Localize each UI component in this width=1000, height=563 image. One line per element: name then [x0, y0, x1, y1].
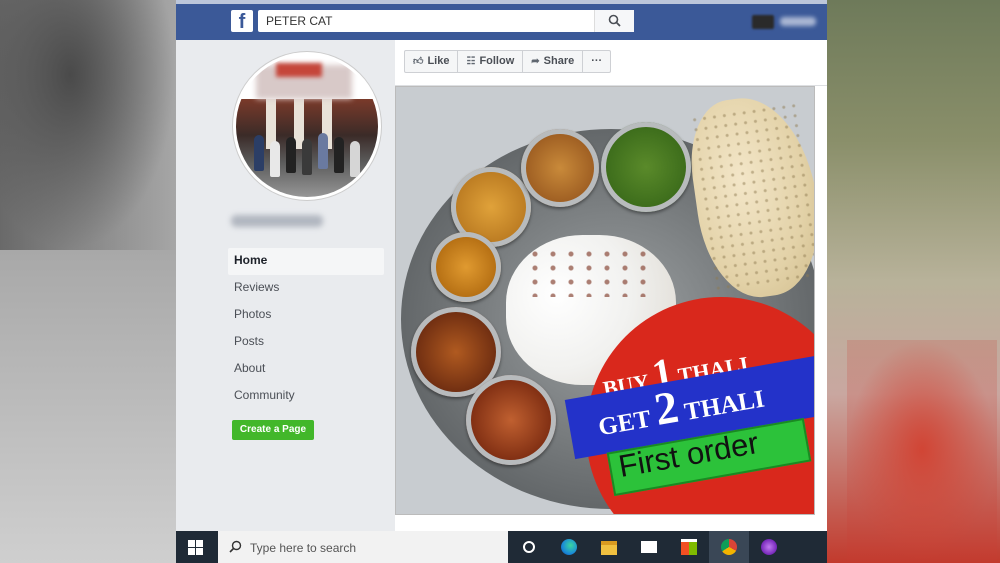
follow-label: Follow — [479, 55, 515, 67]
share-label: Share — [543, 55, 575, 67]
search-icon — [229, 540, 242, 553]
profile-picture[interactable] — [233, 52, 381, 200]
bowl-beans — [601, 122, 691, 212]
app-button[interactable] — [749, 531, 789, 563]
create-page-button[interactable]: Create a Page — [232, 420, 314, 440]
bowl-dal — [431, 232, 501, 302]
page-actions-bar: 👍︎ Like ☷ Follow ➦ Share ··· — [395, 40, 827, 86]
mail-icon — [641, 541, 657, 553]
nav-item-community[interactable]: Community — [228, 383, 384, 410]
nav-item-posts[interactable]: Posts — [228, 329, 384, 356]
mail-button[interactable] — [629, 531, 669, 563]
chrome-icon — [721, 539, 737, 555]
task-view-button[interactable] — [509, 531, 549, 563]
follow-button[interactable]: ☷ Follow — [458, 51, 524, 72]
task-view-icon — [523, 541, 535, 553]
user-profile-link[interactable] — [752, 13, 822, 31]
search-icon — [608, 14, 621, 27]
top-bar: f PETER CAT — [176, 0, 827, 40]
username-blurred — [780, 17, 816, 26]
facebook-page-window: f PETER CAT Home Reviews Photos Posts Ab… — [176, 0, 827, 531]
rice-spice — [526, 247, 646, 297]
edge-button[interactable] — [549, 531, 589, 563]
file-explorer-button[interactable] — [589, 531, 629, 563]
taskbar-search[interactable]: Type here to search — [218, 531, 508, 563]
page-nav: Home Reviews Photos Posts About Communit… — [228, 248, 384, 410]
more-icon: ··· — [591, 55, 603, 67]
search-button[interactable] — [594, 10, 634, 32]
thali-photo[interactable]: BUY 1 THALI GET 2 THALI First order — [395, 86, 815, 515]
windows-taskbar: Type here to search — [176, 531, 827, 563]
like-label: Like — [427, 55, 450, 67]
like-button[interactable]: 👍︎ Like — [405, 51, 459, 72]
nav-item-about[interactable]: About — [228, 356, 384, 383]
avatar — [752, 15, 774, 29]
chrome-button[interactable] — [709, 531, 749, 563]
page-name-blurred — [231, 215, 323, 227]
start-button[interactable] — [176, 531, 216, 563]
share-arrow-icon: ➦ — [531, 56, 540, 67]
app-purple-icon — [761, 539, 777, 555]
search-input[interactable]: PETER CAT — [266, 14, 332, 28]
bowl-potato-curry — [521, 129, 599, 207]
edge-icon — [561, 539, 577, 555]
cover-photo-post: BUY 1 THALI GET 2 THALI First order — [395, 86, 827, 531]
thumbs-up-icon: 👍︎ — [413, 56, 424, 67]
taskbar-search-input[interactable]: Type here to search — [250, 541, 356, 555]
page-sidebar: Home Reviews Photos Posts About Communit… — [176, 40, 391, 531]
windows-logo-icon — [188, 540, 203, 555]
blurred-background-left — [0, 0, 176, 563]
file-explorer-icon — [601, 541, 617, 555]
facebook-logo-icon[interactable]: f — [231, 10, 253, 33]
nav-item-photos[interactable]: Photos — [228, 302, 384, 329]
store-button[interactable] — [669, 531, 709, 563]
share-button[interactable]: ➦ Share — [523, 51, 584, 72]
nav-item-reviews[interactable]: Reviews — [228, 275, 384, 302]
more-button[interactable]: ··· — [583, 51, 610, 72]
search-box[interactable]: PETER CAT — [258, 10, 634, 32]
nav-item-home[interactable]: Home — [228, 248, 384, 275]
blurred-sign-logo — [276, 63, 322, 77]
bowl-gulab-jamun — [466, 375, 556, 465]
store-icon — [681, 539, 697, 555]
blurred-background-right — [827, 0, 1000, 563]
rss-icon: ☷ — [466, 56, 476, 67]
